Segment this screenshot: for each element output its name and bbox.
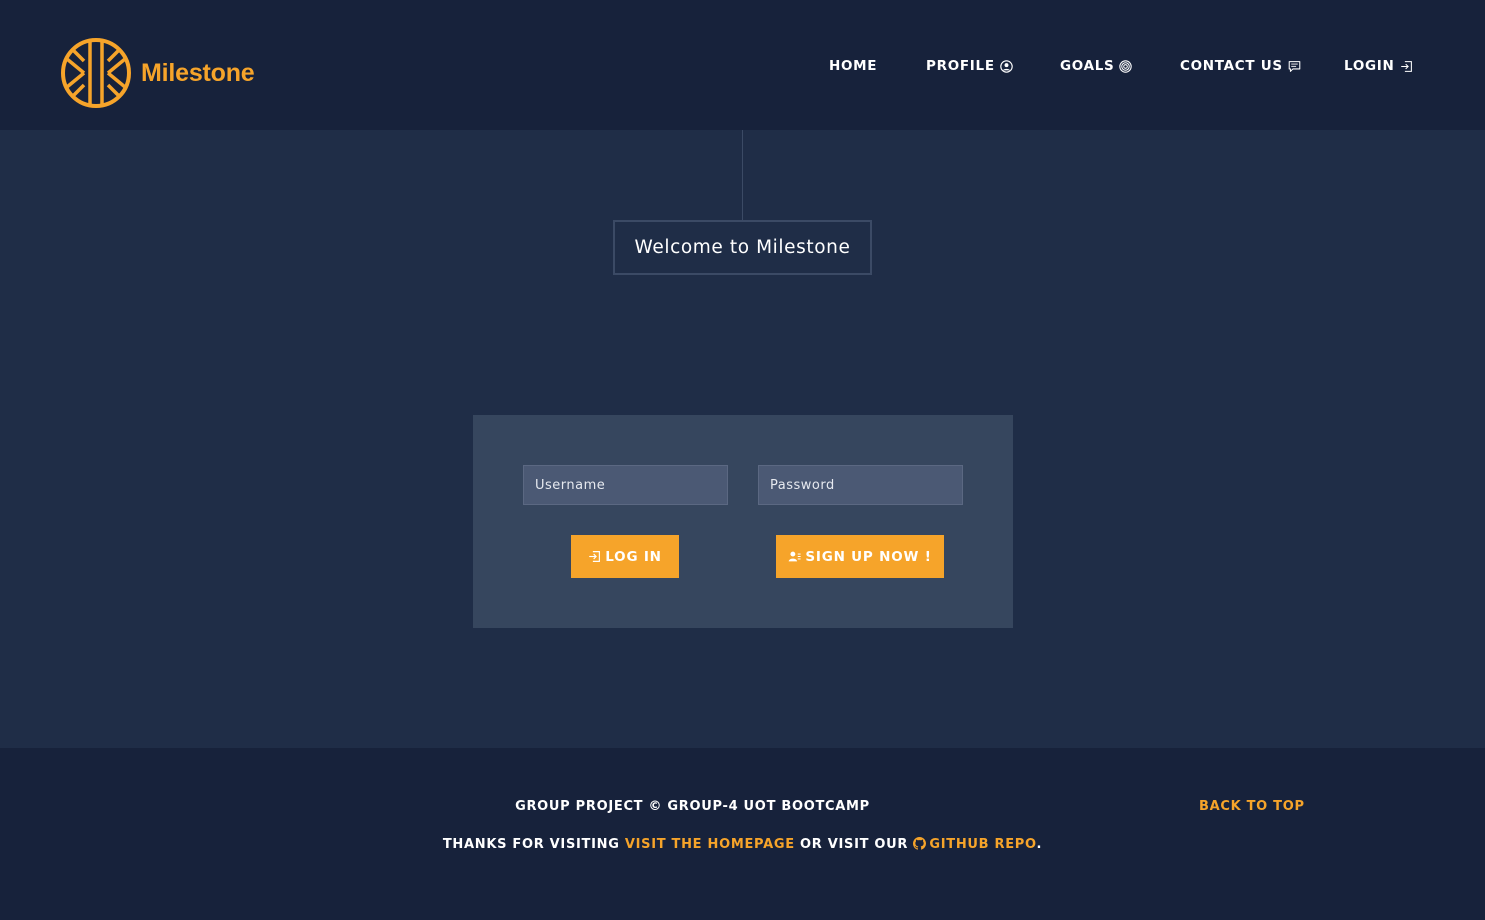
login-button-label: LOG IN	[605, 548, 662, 565]
nav-goals-label: GOALS	[1060, 58, 1115, 74]
nav-login[interactable]: LOGIN	[1344, 56, 1413, 76]
nav-home-label: HOME	[829, 58, 878, 74]
nav-contact-label: CONTACT US	[1180, 58, 1283, 74]
user-circle-icon	[999, 59, 1013, 73]
homepage-link[interactable]: VISIT THE HOMEPAGE	[625, 837, 795, 852]
login-button[interactable]: LOG IN	[571, 535, 679, 578]
back-to-top-link[interactable]: BACK TO TOP	[1199, 799, 1305, 814]
login-card: LOG IN SIGN UP NOW !	[473, 415, 1013, 628]
nav-contact[interactable]: CONTACT US	[1180, 56, 1301, 76]
password-input[interactable]	[758, 465, 963, 505]
user-add-icon	[788, 551, 801, 562]
hero-title: Welcome to Milestone	[634, 237, 851, 258]
footer-period: .	[1036, 837, 1043, 852]
github-icon	[913, 837, 927, 850]
username-input[interactable]	[523, 465, 728, 505]
signup-button[interactable]: SIGN UP NOW !	[776, 535, 944, 578]
nav-goals[interactable]: GOALS	[1060, 56, 1133, 76]
nav-home[interactable]: HOME	[829, 56, 877, 76]
github-repo-link[interactable]: GITHUB REPO	[913, 837, 1036, 852]
sign-in-icon	[589, 551, 601, 562]
footer-thanks-line: THANKS FOR VISITING VISIT THE HOMEPAGE O…	[0, 837, 1485, 852]
hero-title-box: Welcome to Milestone	[613, 220, 872, 275]
footer-copyright: GROUP PROJECT © GROUP-4 UOT BOOTCAMP	[515, 799, 870, 814]
chat-icon	[1288, 60, 1301, 72]
thanks-prefix: THANKS FOR VISITING	[442, 837, 625, 852]
signup-button-label: SIGN UP NOW !	[805, 548, 932, 565]
nav-profile-label: PROFILE	[926, 58, 995, 74]
sign-in-icon	[1400, 60, 1412, 72]
nav-profile[interactable]: PROFILE	[926, 56, 1013, 76]
navbar: Milestone HOME PROFILE GOALS CONTACT US	[0, 0, 1485, 130]
target-icon	[1119, 59, 1133, 73]
hero-connector-line	[742, 130, 743, 220]
visit-text: OR VISIT OUR	[794, 837, 914, 852]
github-repo-label: GITHUB REPO	[929, 837, 1037, 852]
main-nav: HOME PROFILE GOALS CONTACT US LOGIN	[0, 56, 1485, 76]
footer: GROUP PROJECT © GROUP-4 UOT BOOTCAMP BAC…	[0, 748, 1485, 920]
nav-login-label: LOGIN	[1344, 58, 1395, 74]
